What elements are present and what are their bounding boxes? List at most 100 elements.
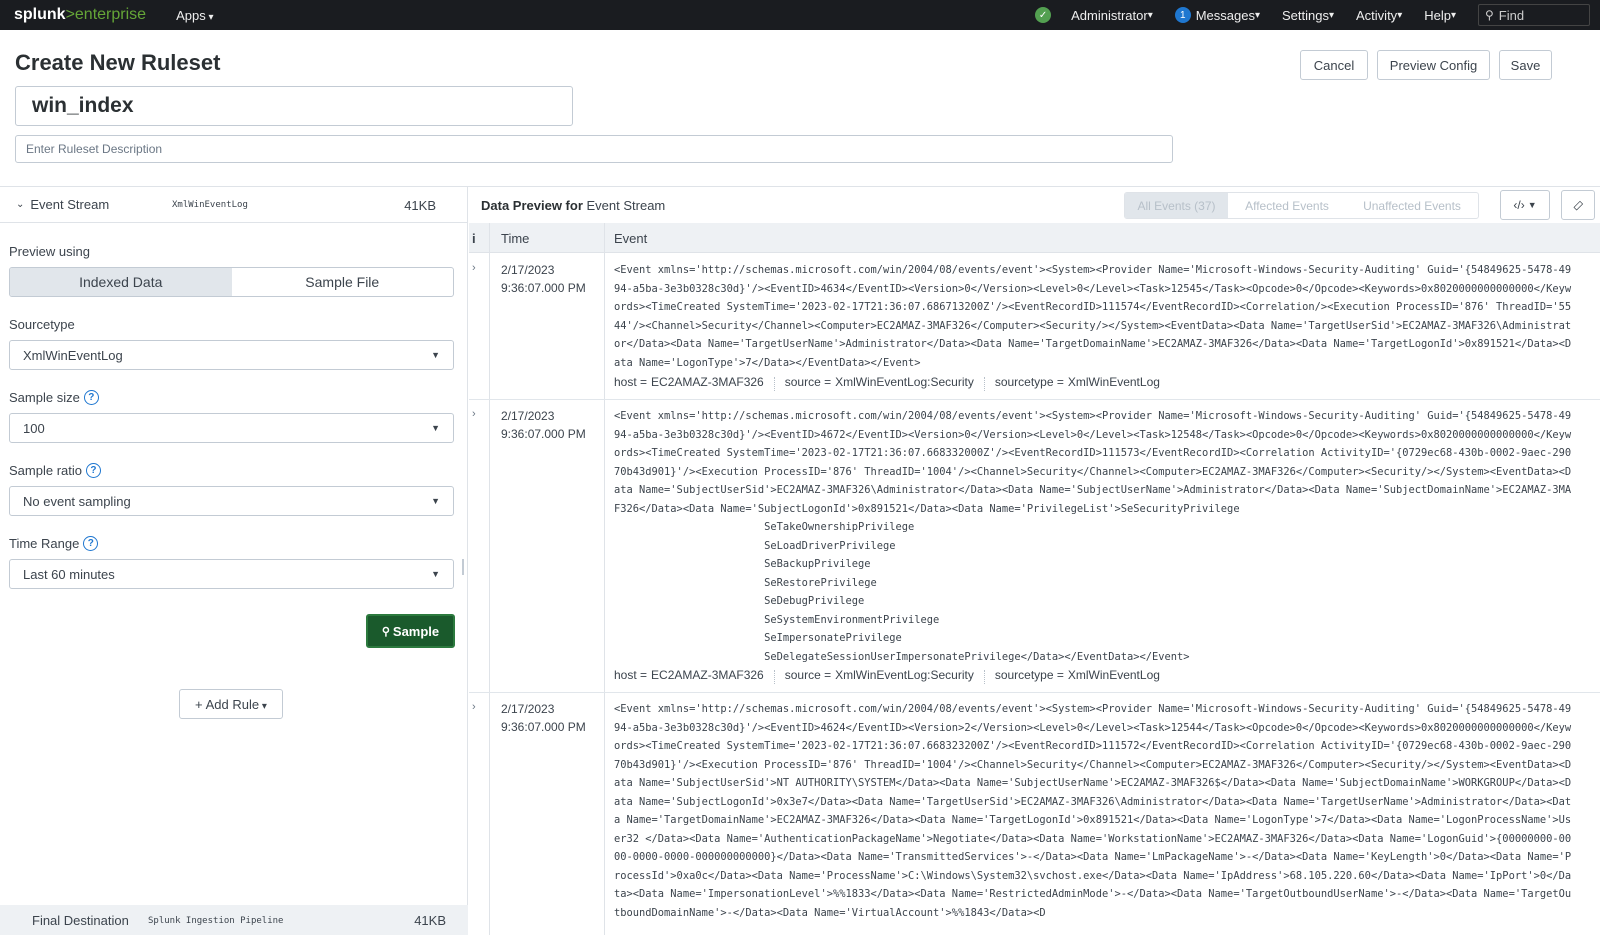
administrator-menu[interactable]: Administrator (1071, 8, 1153, 23)
event-time-of-day: 9:36:07.000 PM (501, 720, 586, 734)
unaffected-events-filter[interactable]: Unaffected Events (1346, 193, 1478, 218)
final-destination-bar[interactable]: Final Destination Splunk Ingestion Pipel… (0, 905, 468, 935)
event-time: 2/17/2023 9:36:07.000 PM (501, 700, 586, 736)
time-range-select[interactable]: Last 60 minutes ▼ (9, 559, 454, 589)
administrator-label: Administrator (1071, 7, 1148, 23)
ruleset-description-input[interactable]: Enter Ruleset Description (15, 135, 1173, 163)
event-column-header[interactable]: Event (614, 231, 647, 246)
health-status-icon[interactable]: ✓ (1035, 7, 1052, 23)
chevron-right-icon[interactable]: › (472, 408, 476, 420)
table-row: › 2/17/2023 9:36:07.000 PM <Event xmlns='… (469, 693, 1600, 935)
sample-size-text: Sample size (9, 390, 80, 405)
help-menu[interactable]: Help (1424, 8, 1456, 23)
info-column-header: i (472, 231, 476, 246)
ruleset-name-input[interactable]: win_index (15, 86, 573, 126)
source-value[interactable]: XmlWinEventLog:Security (835, 668, 974, 684)
source-key: source = (784, 668, 832, 682)
table-row: › 2/17/2023 9:36:07.000 PM <Event xmlns='… (469, 254, 1600, 400)
metadata-separator (773, 670, 775, 684)
event-date: 2/17/2023 (501, 263, 555, 277)
logo-main-text: splunk (14, 6, 66, 23)
sample-size-select[interactable]: 100 ▼ (9, 413, 454, 443)
logo-gt: > (65, 6, 75, 23)
sourcetype-key: sourcetype = (994, 668, 1064, 682)
add-rule-button[interactable]: + Add Rule (179, 689, 283, 719)
activity-menu[interactable]: Activity (1356, 8, 1402, 23)
plus-icon: + (195, 696, 203, 712)
indexed-data-option[interactable]: Indexed Data (10, 268, 232, 296)
help-icon[interactable]: ? (83, 390, 99, 405)
search-icon: ⚲ (381, 625, 390, 638)
event-time-of-day: 9:36:07.000 PM (501, 281, 586, 295)
data-preview-header: Data Preview for Event Stream All Events… (469, 187, 1600, 223)
code-view-button[interactable]: ‹/› ▼ (1500, 190, 1550, 220)
host-key: host = (614, 668, 648, 682)
search-icon: ⚲ (1485, 8, 1494, 22)
sample-ratio-select[interactable]: No event sampling ▼ (9, 486, 454, 516)
sample-size-value: 100 (23, 420, 45, 436)
sourcetype-value[interactable]: XmlWinEventLog (1068, 668, 1160, 684)
help-icon[interactable]: ? (83, 536, 99, 551)
sourcetype-select[interactable]: XmlWinEventLog ▼ (9, 340, 454, 370)
find-placeholder: Find (1498, 7, 1525, 23)
host-value[interactable]: EC2AMAZ-3MAF326 (651, 375, 764, 391)
ruleset-config-panel: ⌄ Event Stream XmlWinEventLog 41KB Previ… (0, 187, 468, 935)
time-column-header[interactable]: Time (501, 231, 529, 246)
sample-ratio-label: Sample ratio? (9, 463, 101, 478)
help-label: Help (1424, 7, 1451, 23)
event-stream-size: 41KB (404, 198, 436, 213)
event-date: 2/17/2023 (501, 409, 555, 423)
messages-count-badge: 1 (1174, 7, 1191, 23)
event-time: 2/17/2023 9:36:07.000 PM (501, 407, 586, 443)
preview-source-toggle: Indexed Data Sample File (9, 267, 454, 297)
help-icon[interactable]: ? (85, 463, 101, 478)
chevron-down-icon[interactable]: ⌄ (16, 199, 24, 210)
event-raw-text: <Event xmlns='http://schemas.microsoft.c… (614, 410, 1572, 663)
chevron-right-icon[interactable]: › (472, 701, 476, 713)
time-range-value: Last 60 minutes (23, 566, 115, 582)
find-input[interactable]: ⚲ Find (1478, 4, 1590, 26)
add-rule-label: Add Rule (206, 697, 267, 712)
data-preview-title-bold: Data Preview for (481, 197, 583, 213)
event-raw-text: <Event xmlns='http://schemas.microsoft.c… (614, 264, 1572, 369)
logo-sub-text: enterprise (74, 6, 147, 23)
messages-menu[interactable]: 1 Messages (1174, 7, 1260, 23)
data-preview-panel: Data Preview for Event Stream All Events… (469, 187, 1600, 935)
chevron-down-icon: ▼ (431, 423, 440, 433)
data-preview-title-rest: Event Stream (586, 197, 666, 213)
event-stream-header[interactable]: ⌄ Event Stream XmlWinEventLog 41KB (0, 187, 468, 223)
chevron-down-icon: ▼ (431, 569, 440, 579)
metadata-separator (983, 670, 985, 684)
events-table-header: i Time Event (469, 223, 1600, 253)
sample-ratio-value: No event sampling (23, 493, 131, 509)
chevron-down-icon: ▼ (1527, 200, 1537, 210)
panel-resize-handle[interactable] (462, 559, 464, 575)
sample-button[interactable]: ⚲ Sample (366, 614, 455, 648)
chevron-down-icon: ▼ (431, 350, 440, 360)
code-icon: ‹/› (1513, 198, 1525, 212)
event-date: 2/17/2023 (501, 702, 555, 716)
eraser-button[interactable]: ▭ (1561, 190, 1595, 220)
preview-config-button[interactable]: Preview Config (1377, 50, 1490, 80)
all-events-filter[interactable]: All Events (37) (1125, 193, 1228, 218)
cancel-button[interactable]: Cancel (1300, 50, 1368, 80)
apps-menu[interactable]: Apps (176, 8, 213, 23)
event-metadata: host = EC2AMAZ-3MAF326 source = XmlWinEven… (614, 668, 1160, 684)
splunk-logo[interactable]: splunk>enterprise (14, 6, 146, 24)
event-stream-source: XmlWinEventLog (172, 200, 248, 210)
final-destination-label: Final Destination (32, 912, 129, 928)
sourcetype-key: sourcetype = (994, 375, 1064, 389)
event-time: 2/17/2023 9:36:07.000 PM (501, 261, 586, 297)
sample-file-option[interactable]: Sample File (232, 268, 454, 296)
host-value[interactable]: EC2AMAZ-3MAF326 (651, 668, 764, 684)
chevron-right-icon[interactable]: › (472, 262, 476, 274)
source-value[interactable]: XmlWinEventLog:Security (835, 375, 974, 391)
preview-using-label: Preview using (9, 244, 90, 259)
settings-menu[interactable]: Settings (1282, 8, 1334, 23)
save-button[interactable]: Save (1499, 50, 1552, 80)
affected-events-filter[interactable]: Affected Events (1228, 193, 1346, 218)
event-raw-text: <Event xmlns='http://schemas.microsoft.c… (614, 703, 1572, 919)
eraser-icon: ▭ (1569, 196, 1587, 214)
table-row: › 2/17/2023 9:36:07.000 PM <Event xmlns='… (469, 400, 1600, 693)
sourcetype-value[interactable]: XmlWinEventLog (1068, 375, 1160, 391)
